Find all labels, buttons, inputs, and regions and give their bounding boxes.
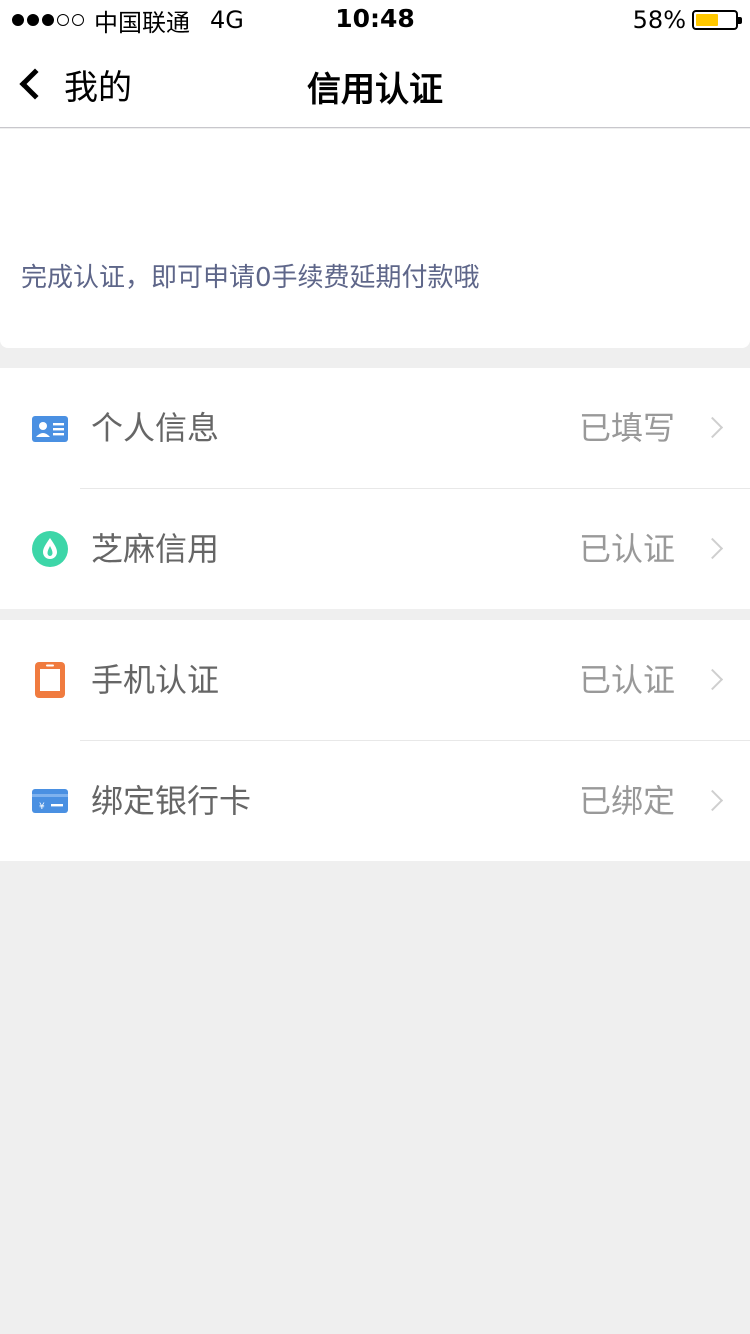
auth-item-label: 手机认证 <box>91 661 220 699</box>
auth-item-status: 已填写 <box>578 409 675 447</box>
sesame-credit-icon <box>32 531 68 567</box>
page-title: 信用认证 <box>307 70 443 110</box>
auth-item-sesame-credit[interactable]: 芝麻信用 已认证 <box>0 489 750 609</box>
svg-text:¥: ¥ <box>39 802 45 812</box>
auth-group-1: 个人信息 已填写 芝麻信用 已认证 <box>0 368 750 609</box>
auth-item-label: 芝麻信用 <box>91 530 220 568</box>
id-card-icon <box>32 416 68 442</box>
auth-item-phone[interactable]: 手机认证 已认证 <box>0 620 750 741</box>
auth-item-label: 绑定银行卡 <box>91 782 252 820</box>
battery-fill <box>696 14 718 26</box>
auth-item-personal-info[interactable]: 个人信息 已填写 <box>0 368 750 489</box>
battery-percent: 58% <box>632 6 686 34</box>
auth-item-label: 个人信息 <box>91 409 220 447</box>
status-bar: 中国联通 4G 10:48 58% <box>0 0 750 40</box>
credit-auth-page: 中国联通 4G 10:48 58% 我的 信用认证 完成认证，即可申请0手续费延… <box>0 0 750 1334</box>
auth-item-status: 已绑定 <box>578 782 675 820</box>
status-right: 58% <box>632 6 742 34</box>
chevron-right-icon <box>701 789 724 812</box>
auth-item-status: 已认证 <box>578 530 675 568</box>
auth-group-2: 手机认证 已认证 ¥ 绑定银行卡 已绑定 <box>0 620 750 861</box>
chevron-right-icon <box>701 416 724 439</box>
chevron-right-icon <box>701 537 724 560</box>
bank-card-icon: ¥ <box>32 789 68 813</box>
chevron-right-icon <box>701 668 724 691</box>
nav-bar: 我的 信用认证 <box>0 40 750 128</box>
auth-item-bank-card[interactable]: ¥ 绑定银行卡 已绑定 <box>0 741 750 861</box>
phone-icon <box>35 662 65 698</box>
info-banner: 完成认证，即可申请0手续费延期付款哦 <box>0 129 750 348</box>
banner-text: 完成认证，即可申请0手续费延期付款哦 <box>21 263 480 293</box>
battery-icon <box>692 10 742 30</box>
auth-item-status: 已认证 <box>578 661 675 699</box>
